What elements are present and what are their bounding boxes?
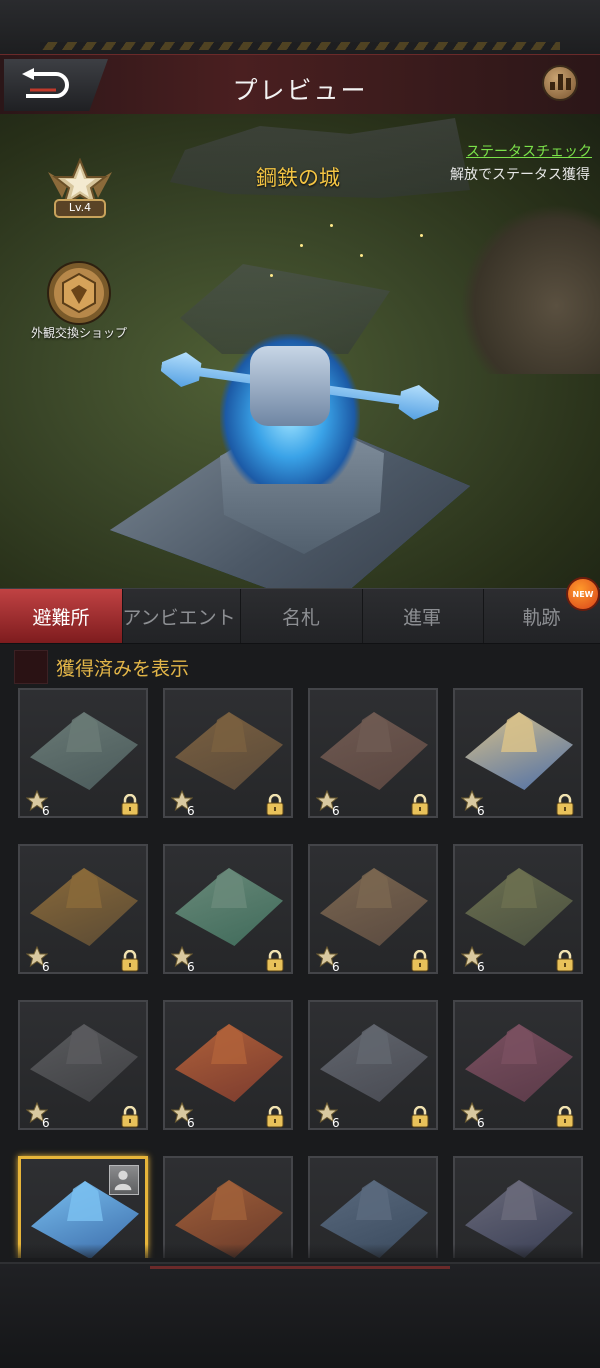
lock-icon [411,1106,429,1128]
tab-trail-label: 軌跡 [522,606,561,629]
skin-card[interactable]: 6 [163,844,293,974]
skin-card[interactable]: 6 [308,688,438,818]
category-tabs: 避難所 アンビエント 名札 進軍 軌跡 NEW [0,577,600,644]
status-check-link[interactable]: ステータスチェック [466,141,592,161]
person-icon [114,1170,132,1191]
stats-button[interactable] [542,65,578,101]
skin-card[interactable]: 6 [308,1000,438,1130]
bar-chart-icon [549,82,555,90]
top-strip [0,0,600,55]
bottom-accent [150,1266,450,1269]
owned-filter-checkbox[interactable] [14,650,48,684]
lock-icon [266,794,284,816]
hazard-stripe [40,42,560,50]
skin-card[interactable]: 6 [18,688,148,818]
building-preview: 鋼鉄の城 ステータスチェック 解放でステータス獲得 Lv.4 外観交換ショップ [0,114,600,588]
tab-nameplate[interactable]: 名札 [240,589,363,643]
star-count: 6 [187,960,195,974]
lock-icon [411,794,429,816]
star-count: 6 [42,1116,50,1130]
skin-card[interactable] [308,1156,438,1258]
star-count: 6 [42,960,50,974]
lock-icon [266,950,284,972]
star-count: 6 [477,960,485,974]
lock-icon [121,794,139,816]
star-count: 6 [477,804,485,818]
building-name: 鋼鉄の城 [256,166,340,190]
sparkle [300,244,303,247]
sparkle [420,234,423,237]
skin-card[interactable]: 6 [163,688,293,818]
sparkle [270,274,273,277]
skin-card[interactable] [18,1156,148,1258]
star-count: 6 [332,960,340,974]
lock-icon [411,950,429,972]
appearance-shop-label: 外観交換ショップ [30,326,127,340]
header-bar: プレビュー [0,54,600,117]
new-badge: NEW [566,577,600,611]
star-count: 6 [477,1116,485,1130]
star-count: 6 [332,804,340,818]
appearance-shop-icon[interactable] [46,260,112,326]
lock-icon [556,1106,574,1128]
skin-grid: 6 6 6 6 6 6 6 6 6 6 6 6 [0,688,600,1258]
bottom-bar [0,1262,600,1368]
owned-filter-label: 獲得済みを表示 [56,657,190,680]
avatar-icon [109,1165,139,1195]
skin-card[interactable] [163,1156,293,1258]
lock-icon [121,1106,139,1128]
terrain-ridge [460,204,600,374]
star-count: 6 [42,804,50,818]
page-title: プレビュー [232,76,368,105]
tab-march[interactable]: 進軍 [361,589,484,643]
star-count: 6 [187,804,195,818]
tab-ambient[interactable]: アンビエント [118,589,241,643]
status-description: 解放でステータス獲得 [450,167,590,183]
skin-card[interactable]: 6 [453,688,583,818]
sparkle [330,224,333,227]
skin-card[interactable]: 6 [18,1000,148,1130]
sparkle [360,254,363,257]
skin-card[interactable]: 6 [453,1000,583,1130]
tab-shelter[interactable]: 避難所 [0,589,123,643]
skin-card[interactable]: 6 [308,844,438,974]
owned-filter[interactable]: 獲得済みを表示 [14,650,189,684]
star-count: 6 [332,1116,340,1130]
skin-card[interactable]: 6 [163,1000,293,1130]
lock-icon [266,1106,284,1128]
skin-card[interactable]: 6 [453,844,583,974]
level-label: Lv.4 [68,201,92,214]
star-count: 6 [187,1116,195,1130]
skin-card[interactable]: 6 [18,844,148,974]
lock-icon [121,950,139,972]
lock-icon [556,950,574,972]
fist-icon [250,346,330,426]
lock-icon [556,794,574,816]
skin-card[interactable] [453,1156,583,1258]
